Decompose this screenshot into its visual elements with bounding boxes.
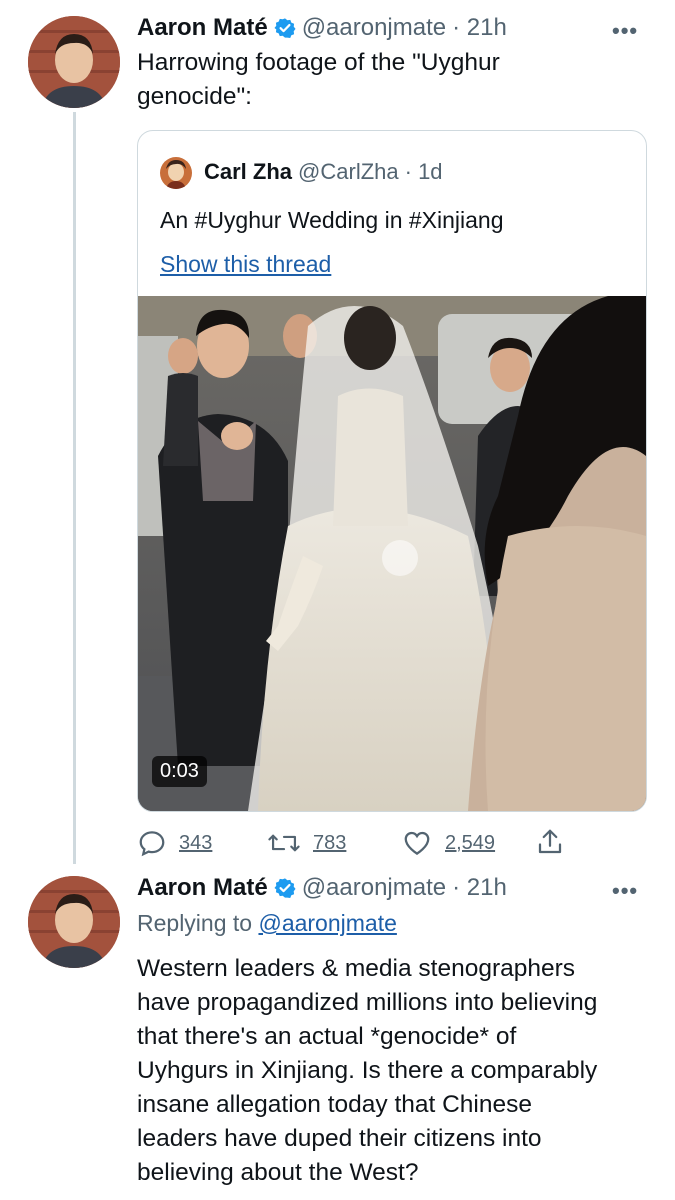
tweet-text-line: genocide": — [137, 83, 252, 110]
verified-badge-icon — [274, 18, 296, 38]
reply-count: 343 — [179, 831, 213, 854]
quoted-profile-photo-icon — [160, 157, 192, 189]
video-duration-badge: 0:03 — [152, 756, 207, 787]
profile-photo-icon — [28, 876, 120, 968]
tweet-text-line: that there's an actual *genocide* of — [137, 1023, 517, 1050]
tweet-text-line: have propagandized millions into believi… — [137, 989, 598, 1016]
more-options-icon[interactable]: ••• — [612, 18, 638, 44]
heart-icon — [404, 831, 430, 855]
quoted-author-name[interactable]: Carl Zha — [204, 159, 292, 185]
tweet-text-line: believing about the West? — [137, 1159, 419, 1186]
author-handle[interactable]: @aaronjmate — [302, 874, 446, 902]
like-button[interactable]: 2,549 — [401, 828, 495, 858]
quoted-header: Carl Zha @CarlZha · 1d — [204, 159, 443, 185]
avatar[interactable] — [28, 16, 120, 108]
profile-photo-icon — [28, 16, 120, 108]
tweet-text: Western leaders & media stenographers ha… — [137, 952, 597, 1190]
thread-connector-line — [73, 112, 76, 864]
tweet-text-line: leaders have duped their citizens into — [137, 1125, 542, 1152]
like-count: 2,549 — [445, 831, 496, 854]
retweet-button[interactable]: 783 — [267, 828, 346, 858]
avatar[interactable] — [28, 876, 120, 968]
author-name[interactable]: Aaron Maté — [137, 874, 268, 902]
share-icon — [538, 829, 562, 854]
author-handle[interactable]: @aaronjmate — [302, 14, 446, 42]
show-thread-link[interactable]: Show this thread — [160, 251, 331, 278]
tweet-header: Aaron Maté @aaronjmate · 21h — [137, 14, 507, 42]
replying-to: Replying to @aaronjmate — [137, 910, 397, 937]
reply-icon — [139, 831, 165, 857]
quoted-avatar[interactable] — [160, 157, 192, 189]
more-options-icon[interactable]: ••• — [612, 878, 638, 904]
tweet-text-line: Western leaders & media stenographers — [137, 955, 576, 982]
tweet-timestamp[interactable]: · 21h — [452, 14, 507, 42]
quoted-author-handle[interactable]: @CarlZha — [298, 159, 399, 185]
verified-badge-icon — [274, 878, 296, 898]
reply-button[interactable]: 343 — [137, 828, 212, 858]
replying-to-link[interactable]: @aaronjmate — [258, 910, 396, 936]
video-player[interactable]: 0:03 — [138, 296, 646, 811]
tweet-text-line: Uyhgurs in Xinjiang. Is there a comparab… — [137, 1057, 598, 1084]
retweet-count: 783 — [313, 831, 347, 854]
share-button[interactable] — [535, 826, 565, 858]
author-name[interactable]: Aaron Maté — [137, 14, 268, 42]
video-thumbnail — [138, 296, 646, 811]
tweet-text-line: insane allegation today that Chinese — [137, 1091, 533, 1118]
tweet-timestamp[interactable]: · 21h — [452, 874, 507, 902]
quoted-tweet[interactable]: Carl Zha @CarlZha · 1d An #Uyghur Weddin… — [137, 130, 647, 812]
quoted-timestamp[interactable]: · 1d — [405, 159, 443, 185]
retweet-icon — [268, 834, 300, 852]
tweet-text: Harrowing footage of the "Uyghur genocid… — [137, 46, 500, 114]
replying-to-label: Replying to — [137, 910, 253, 936]
tweet-actions: 343 783 2,549 — [137, 824, 577, 864]
tweet-header: Aaron Maté @aaronjmate · 21h — [137, 874, 507, 902]
tweet-text-line: Harrowing footage of the "Uyghur — [137, 49, 500, 76]
quoted-tweet-text: An #Uyghur Wedding in #Xinjiang — [160, 207, 504, 233]
